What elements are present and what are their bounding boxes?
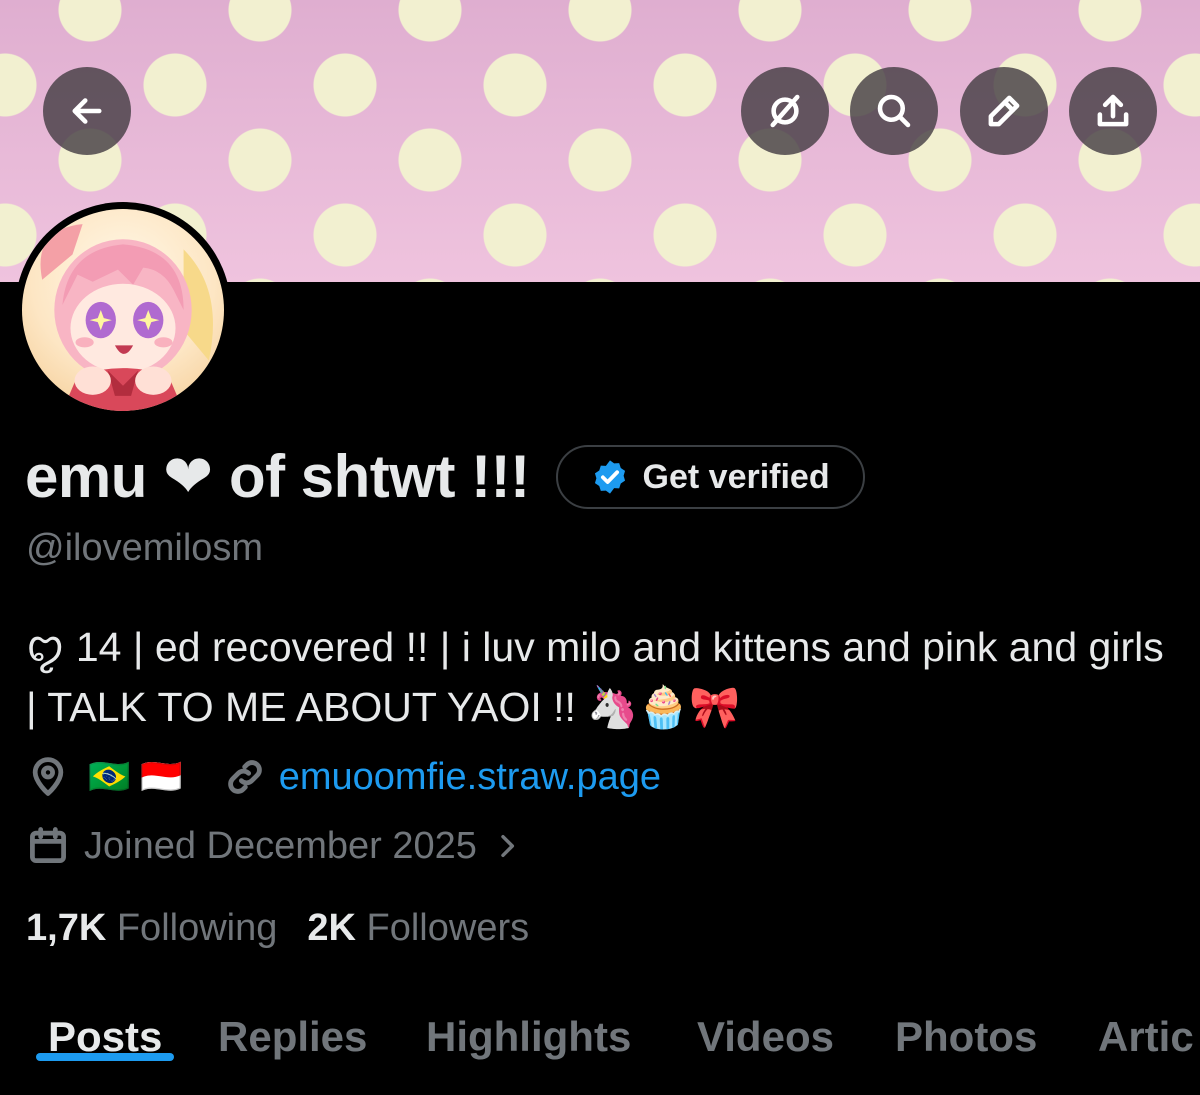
tab-posts[interactable]: Posts — [36, 1005, 175, 1061]
avatar-image — [22, 209, 224, 411]
followers-stat[interactable]: 2K Followers — [307, 907, 529, 950]
tab-photos[interactable]: Photos — [895, 1005, 1037, 1061]
tab-articles[interactable]: Artic — [1098, 1005, 1194, 1061]
tab-highlights[interactable]: Highlights — [426, 1005, 631, 1061]
following-stat[interactable]: 1,7K Following — [26, 907, 277, 950]
edit-button[interactable] — [960, 67, 1048, 155]
tab-videos-label: Videos — [697, 1013, 834, 1060]
tab-highlights-label: Highlights — [426, 1013, 632, 1060]
joined-date-row[interactable]: Joined December 2025 — [26, 824, 523, 868]
search-button[interactable] — [850, 67, 938, 155]
get-verified-label: Get verified — [642, 457, 830, 496]
profile-link-text: emuoomfie.straw.page — [278, 755, 662, 798]
chevron-right-icon — [501, 834, 514, 858]
verified-badge-icon — [594, 460, 625, 494]
tab-articles-label: Artic — [1098, 1013, 1194, 1060]
search-icon — [877, 94, 911, 128]
flag-brazil: 🇧🇷 — [88, 758, 131, 796]
name-row: emu ❤ of shtwt !!! Get verified — [25, 442, 865, 512]
tab-videos[interactable]: Videos — [697, 1005, 834, 1061]
follow-stats: 1,7K Following 2K Followers — [26, 907, 529, 950]
pencil-icon — [988, 95, 1020, 127]
following-label: Following — [116, 907, 278, 949]
followers-label: Followers — [366, 907, 530, 949]
tab-replies-label: Replies — [218, 1013, 368, 1060]
joined-date: Joined December 2025 — [84, 824, 477, 867]
get-verified-button[interactable]: Get verified — [555, 445, 865, 509]
arrow-left-icon — [72, 98, 102, 124]
location-pin-icon — [32, 757, 64, 796]
flag-indonesia: 🇮🇩 — [140, 758, 183, 796]
share-icon — [1097, 94, 1129, 127]
profile-bio: ꨄ 14 | ed recovered !! | i luv milo and … — [26, 624, 1164, 730]
username-handle: @ilovemilosm — [26, 527, 264, 569]
grok-button[interactable] — [741, 67, 829, 155]
share-button[interactable] — [1069, 67, 1157, 155]
tab-photos-label: Photos — [895, 1013, 1038, 1060]
tab-replies[interactable]: Replies — [218, 1005, 367, 1061]
followers-count: 2K — [307, 907, 356, 949]
link-icon — [227, 760, 262, 794]
back-button[interactable] — [43, 67, 131, 155]
calendar-icon — [30, 827, 66, 864]
grok-icon — [770, 94, 800, 128]
location-flags: 🇧🇷 🇮🇩 — [88, 757, 183, 797]
avatar[interactable] — [15, 202, 231, 418]
profile-meta-row: 🇧🇷 🇮🇩 emuoomfie.straw.page — [26, 752, 661, 802]
display-name: emu ❤ of shtwt !!! — [25, 443, 530, 510]
profile-link[interactable]: emuoomfie.straw.page — [223, 755, 661, 799]
following-count: 1,7K — [26, 907, 107, 949]
active-tab-indicator — [36, 1053, 175, 1061]
profile-tabs: Posts Replies Highlights Videos Photos A… — [0, 1005, 1200, 1095]
